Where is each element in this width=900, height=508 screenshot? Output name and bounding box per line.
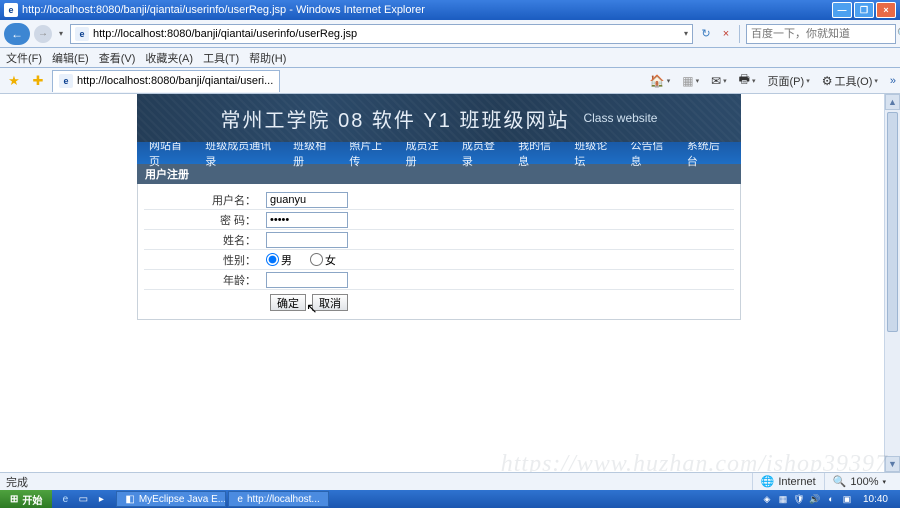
toolbar-overflow[interactable]: » — [890, 75, 896, 87]
name-input[interactable] — [266, 232, 348, 248]
banner-title-en: Class website — [583, 111, 657, 125]
address-bar[interactable]: e ▾ — [70, 24, 693, 44]
tray-icon-6[interactable]: ▣ — [841, 493, 853, 505]
site-banner: 常州工学院 08 软件 Y1 班班级网站 Class website — [137, 94, 741, 142]
nav-bar: ← → ▾ e ▾ ↻ × 🔍 — [0, 20, 900, 48]
scroll-thumb[interactable] — [887, 112, 898, 332]
address-input[interactable] — [93, 28, 680, 40]
label-age: 年龄： — [144, 272, 262, 288]
globe-icon: 🌐 — [761, 475, 775, 488]
browser-tab[interactable]: e http://localhost:8080/banji/qiantai/us… — [52, 70, 280, 92]
banner-title-cn: 常州工学院 08 软件 Y1 班班级网站 — [221, 104, 570, 133]
page-menu[interactable]: 页面(P)▾ — [768, 73, 810, 89]
mail-icon: ✉ — [711, 74, 721, 88]
menu-edit[interactable]: 编辑(E) — [52, 50, 89, 66]
window-close-button[interactable]: × — [876, 2, 896, 18]
print-button[interactable]: 🖶▾ — [739, 70, 756, 91]
window-minimize-button[interactable]: — — [832, 2, 852, 18]
ie-icon: e — [4, 3, 18, 17]
tray-icon-2[interactable]: ▦ — [777, 493, 789, 505]
menu-favorites[interactable]: 收藏夹(A) — [145, 50, 193, 66]
gear-icon: ⚙ — [822, 74, 833, 88]
menu-tools[interactable]: 工具(T) — [203, 50, 239, 66]
quicklaunch-media-icon[interactable]: ▸ — [94, 492, 108, 506]
tools-menu[interactable]: ⚙工具(O)▾ — [822, 73, 878, 89]
vertical-scrollbar[interactable]: ▲ ▼ — [884, 94, 900, 472]
label-password: 密 码： — [144, 212, 262, 228]
menu-help[interactable]: 帮助(H) — [249, 50, 286, 66]
zoom-icon: 🔍 — [833, 475, 847, 488]
home-icon: 🏠 — [650, 74, 665, 88]
tab-label: http://localhost:8080/banji/qiantai/user… — [77, 75, 273, 87]
windows-logo-icon: ⊞ — [10, 494, 18, 505]
mail-button[interactable]: ✉▾ — [711, 74, 727, 88]
username-input[interactable] — [266, 192, 348, 208]
status-text: 完成 — [6, 474, 28, 490]
quicklaunch-desktop-icon[interactable]: ▭ — [76, 492, 90, 506]
internet-zone[interactable]: 🌐Internet — [752, 473, 824, 490]
label-name: 姓名： — [144, 232, 262, 248]
back-button[interactable]: ← — [4, 23, 30, 45]
stop-button[interactable]: × — [717, 25, 735, 43]
forward-button[interactable]: → — [34, 25, 52, 43]
window-maximize-button[interactable]: ❐ — [854, 2, 874, 18]
tray-icon-1[interactable]: ◈ — [761, 493, 773, 505]
tray-icon-4[interactable]: 🔊 — [809, 493, 821, 505]
submit-button[interactable]: 确定 — [270, 294, 306, 311]
home-button[interactable]: 🏠▾ — [650, 74, 670, 88]
taskbar-clock[interactable]: 10:40 — [857, 494, 894, 505]
feed-icon: ▦ — [682, 74, 693, 88]
scroll-down-arrow[interactable]: ▼ — [885, 456, 900, 472]
menu-bar: 文件(F) 编辑(E) 查看(V) 收藏夹(A) 工具(T) 帮助(H) — [0, 48, 900, 68]
search-input[interactable] — [751, 28, 893, 40]
zoom-control[interactable]: 🔍100%▾ — [824, 473, 894, 490]
label-gender: 性别： — [144, 252, 262, 268]
gender-male-radio[interactable] — [266, 253, 279, 266]
taskbar: ⊞开始 e ▭ ▸ ◧MyEclipse Java E... ehttp://l… — [0, 490, 900, 508]
scroll-up-arrow[interactable]: ▲ — [885, 94, 900, 110]
gender-female-radio[interactable] — [310, 253, 323, 266]
add-favorite-icon[interactable]: ✚ — [28, 71, 48, 91]
address-dropdown[interactable]: ▾ — [684, 29, 688, 38]
register-form: 用户名： 密 码： 姓名： 性别： 男 女 年龄： — [137, 184, 741, 320]
search-box[interactable]: 🔍 — [746, 24, 896, 44]
age-input[interactable] — [266, 272, 348, 288]
gender-male-option[interactable]: 男 — [266, 252, 292, 268]
task-item-myeclipse[interactable]: ◧MyEclipse Java E... — [116, 491, 226, 507]
menu-file[interactable]: 文件(F) — [6, 50, 42, 66]
page-content: 常州工学院 08 软件 Y1 班班级网站 Class website 网站首页 … — [0, 94, 884, 472]
print-icon: 🖶 — [739, 70, 750, 91]
window-title: http://localhost:8080/banji/qiantai/user… — [22, 4, 832, 16]
myeclipse-icon: ◧ — [125, 494, 134, 505]
tray-icon-3[interactable]: 🛡 — [793, 493, 805, 505]
site-nav: 网站首页 班级成员通讯录 班级相册 照片上传 成员注册 成员登录 我的信息 班级… — [137, 142, 741, 164]
start-button[interactable]: ⊞开始 — [0, 490, 52, 508]
gender-female-option[interactable]: 女 — [310, 252, 336, 268]
label-username: 用户名： — [144, 192, 262, 208]
window-title-bar: e http://localhost:8080/banji/qiantai/us… — [0, 0, 900, 20]
status-bar: 完成 🌐Internet 🔍100%▾ — [0, 472, 900, 490]
menu-view[interactable]: 查看(V) — [99, 50, 136, 66]
page-icon: e — [75, 27, 89, 41]
tab-page-icon: e — [59, 74, 73, 88]
task-item-ie[interactable]: ehttp://localhost... — [228, 491, 328, 507]
refresh-button[interactable]: ↻ — [697, 25, 715, 43]
password-input[interactable] — [266, 212, 348, 228]
system-tray[interactable]: ◈ ▦ 🛡 🔊 ◐ ▣ 10:40 — [755, 493, 900, 505]
ie-task-icon: e — [237, 494, 243, 505]
quicklaunch-ie-icon[interactable]: e — [58, 492, 72, 506]
tray-icon-5[interactable]: ◐ — [825, 493, 837, 505]
cancel-button[interactable]: 取消 — [312, 294, 348, 311]
feed-button[interactable]: ▦▾ — [682, 74, 699, 88]
nav-history-dropdown[interactable]: ▾ — [56, 24, 66, 44]
favorites-star-icon[interactable]: ★ — [4, 71, 24, 91]
tab-bar: ★ ✚ e http://localhost:8080/banji/qianta… — [0, 68, 900, 94]
